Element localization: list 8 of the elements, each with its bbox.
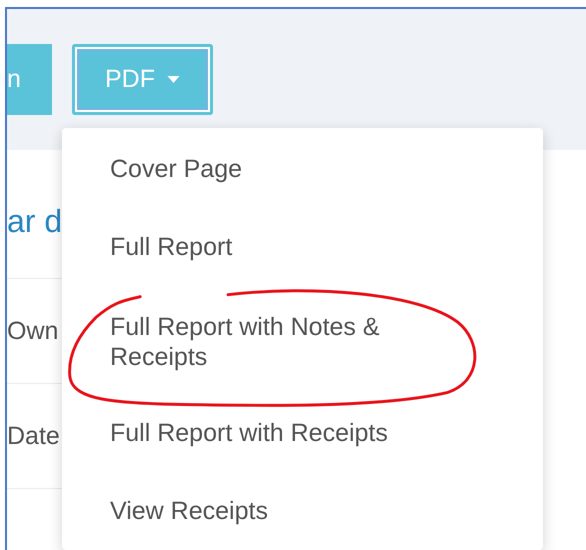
field-label: Date <box>7 422 60 450</box>
menu-item[interactable]: Full Report with Receipts <box>62 394 543 472</box>
menu-item[interactable]: Full Report with Notes & Receipts <box>62 286 543 394</box>
menu-item[interactable]: View Receipts <box>62 472 543 550</box>
field-label: Own <box>7 316 58 346</box>
menu-item[interactable]: Cover Page <box>62 130 543 208</box>
menu-item[interactable]: Full Report <box>62 208 543 286</box>
caret-icon <box>167 76 180 83</box>
